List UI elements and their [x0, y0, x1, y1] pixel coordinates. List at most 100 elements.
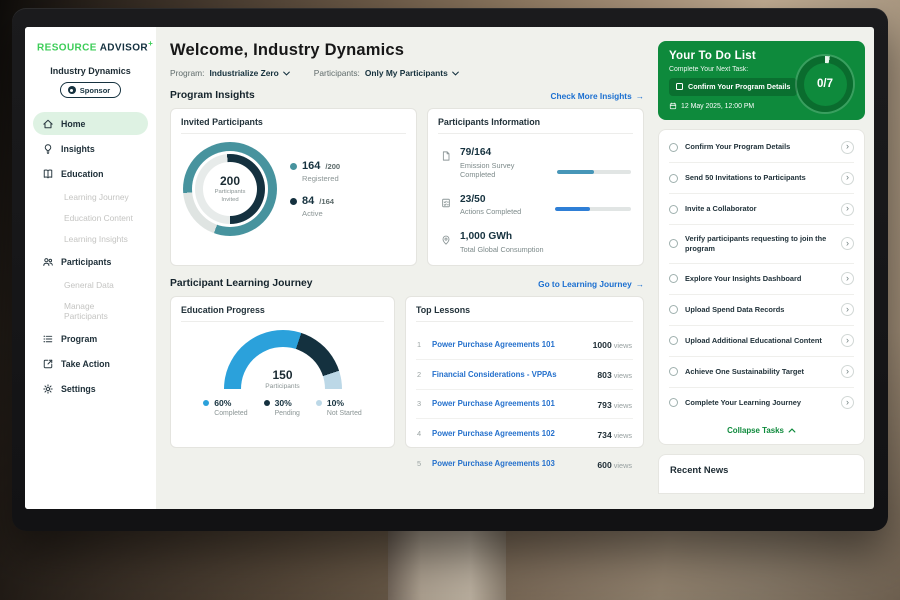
sidebar-item-insights[interactable]: Insights [33, 137, 148, 160]
sidebar-item-label: Participants [61, 257, 111, 267]
learning-cards-row: Education Progress 150 Participants [170, 296, 644, 448]
bulb-icon [42, 143, 54, 155]
pending-dot [264, 400, 270, 406]
registered-value: 164 [302, 160, 320, 172]
learning-journey-section: Participant Learning Journey Go to Learn… [170, 278, 644, 289]
next-task-label: Confirm Your Program Details [688, 82, 790, 91]
lesson-link[interactable]: Power Purchase Agreements 101 [432, 399, 590, 408]
checkbox-icon[interactable] [669, 305, 678, 314]
chevron-right-icon[interactable]: › [841, 365, 854, 378]
program-filter[interactable]: Program: Industrialize Zero [170, 68, 290, 78]
task-row[interactable]: Confirm Your Program Details › [669, 132, 854, 163]
logo-text-secondary: ADVISOR [100, 42, 148, 53]
participants-filter[interactable]: Participants: Only My Participants [314, 68, 459, 78]
pending-pct: 30% [275, 398, 292, 408]
sidebar-item-education[interactable]: Education [33, 162, 148, 185]
recent-news-card: Recent News [658, 454, 865, 494]
sidebar-item-manage-participants[interactable]: Manage Participants [33, 295, 148, 326]
pending-label: Pending [275, 410, 300, 417]
sidebar-item-home[interactable]: Home [33, 112, 148, 135]
sidebar-nav: Home Insights Education Learning Journey… [33, 111, 148, 401]
chevron-down-icon[interactable] [283, 71, 290, 76]
insights-cards-row: Invited Participants 200 Participants In… [170, 108, 644, 266]
sidebar: RESOURCE ADVISOR+ Industry Dynamics Spon… [25, 27, 156, 509]
checkbox-icon[interactable] [669, 174, 678, 183]
task-row[interactable]: Upload Spend Data Records › [669, 295, 854, 326]
sidebar-item-learning-journey[interactable]: Learning Journey [33, 186, 148, 207]
due-date-label: 12 May 2025, 12:00 PM [681, 103, 754, 110]
sidebar-item-learning-insights[interactable]: Learning Insights [33, 228, 148, 249]
checkbox-icon[interactable] [669, 143, 678, 152]
link-label: Check More Insights [551, 91, 632, 101]
chevron-right-icon[interactable]: › [841, 303, 854, 316]
app-logo: RESOURCE ADVISOR+ [33, 39, 148, 53]
main-content: Welcome, Industry Dynamics Program: Indu… [156, 27, 656, 509]
go-to-learning-journey-link[interactable]: Go to Learning Journey → [538, 279, 644, 289]
sidebar-item-settings[interactable]: Settings [33, 377, 148, 400]
lesson-link[interactable]: Power Purchase Agreements 103 [432, 459, 590, 468]
sidebar-item-label: Education [61, 169, 104, 179]
checkbox-icon[interactable] [669, 205, 678, 214]
task-row[interactable]: Verify participants requesting to join t… [669, 225, 854, 264]
legend-pending: 30% Pending [264, 398, 300, 417]
checkbox-icon[interactable] [669, 239, 678, 248]
completed-label: Completed [214, 410, 247, 417]
sidebar-item-program[interactable]: Program [33, 327, 148, 350]
checkbox-icon[interactable] [669, 274, 678, 283]
lesson-row: 1 Power Purchase Agreements 101 1000view… [416, 330, 633, 360]
checkbox-icon[interactable] [669, 336, 678, 345]
education-legend: 60% Completed 30% Pending 10% Not Starte… [203, 398, 361, 417]
next-task-chip[interactable]: Confirm Your Program Details [669, 78, 797, 96]
registered-label: Registered [302, 174, 340, 183]
list-icon [42, 333, 54, 345]
collapse-tasks-link[interactable]: Collapse Tasks [669, 418, 854, 442]
registered-suffix: /200 [325, 162, 340, 171]
task-row[interactable]: Send 50 Invitations to Participants › [669, 163, 854, 194]
section-title: Participant Learning Journey [170, 278, 312, 289]
task-row[interactable]: Achieve One Sustainability Target › [669, 357, 854, 388]
chevron-right-icon[interactable]: › [841, 141, 854, 154]
action-arrow-icon [42, 358, 54, 370]
sponsor-badge[interactable]: Sponsor [60, 82, 121, 98]
location-pin-icon [440, 233, 452, 251]
lesson-link[interactable]: Power Purchase Agreements 102 [432, 429, 590, 438]
todo-progress-ring: 0/7 [797, 56, 853, 112]
chevron-right-icon[interactable]: › [841, 172, 854, 185]
not-started-dot [316, 400, 322, 406]
global-consumption-value: 1,000 GWh [460, 231, 544, 242]
task-row[interactable]: Upload Additional Educational Content › [669, 326, 854, 357]
global-consumption-label: Total Global Consumption [460, 245, 544, 254]
sponsor-icon [68, 86, 76, 94]
completed-dot [203, 400, 209, 406]
sidebar-item-general-data[interactable]: General Data [33, 274, 148, 295]
chevron-right-icon[interactable]: › [841, 272, 854, 285]
sidebar-item-education-content[interactable]: Education Content [33, 207, 148, 228]
chevron-down-icon[interactable] [452, 71, 459, 76]
chevron-right-icon[interactable]: › [841, 334, 854, 347]
lesson-link[interactable]: Financial Considerations - VPPAs [432, 370, 590, 379]
home-icon [42, 118, 54, 130]
chevron-right-icon[interactable]: › [841, 203, 854, 216]
legend-not-started: 10% Not Started [316, 398, 362, 417]
emission-survey-label: Emission Survey Completed [460, 161, 549, 179]
monitor-bezel: RESOURCE ADVISOR+ Industry Dynamics Spon… [12, 8, 888, 531]
checkbox-icon[interactable] [676, 83, 683, 90]
card-title: Invited Participants [181, 117, 406, 134]
lesson-link[interactable]: Power Purchase Agreements 101 [432, 340, 586, 349]
sidebar-item-participants[interactable]: Participants [33, 250, 148, 273]
invited-legend: 164 /200 Registered 84 /164 [290, 160, 340, 218]
task-row[interactable]: Invite a Collaborator › [669, 194, 854, 225]
gauge-center-label: Participants [265, 383, 299, 389]
checkbox-icon[interactable] [669, 398, 678, 407]
lesson-row: 2 Financial Considerations - VPPAs 803vi… [416, 360, 633, 390]
check-more-insights-link[interactable]: Check More Insights → [551, 91, 644, 101]
task-row[interactable]: Complete Your Learning Journey › [669, 388, 854, 418]
sidebar-item-take-action[interactable]: Take Action [33, 352, 148, 375]
todo-summary-card: Your To Do List Complete Your Next Task:… [658, 41, 865, 120]
filters-row: Program: Industrialize Zero Participants… [170, 68, 644, 78]
checkbox-icon[interactable] [669, 367, 678, 376]
chevron-right-icon[interactable]: › [841, 237, 854, 250]
chevron-right-icon[interactable]: › [841, 396, 854, 409]
page-title: Welcome, Industry Dynamics [170, 41, 644, 60]
task-row[interactable]: Explore Your Insights Dashboard › [669, 264, 854, 295]
